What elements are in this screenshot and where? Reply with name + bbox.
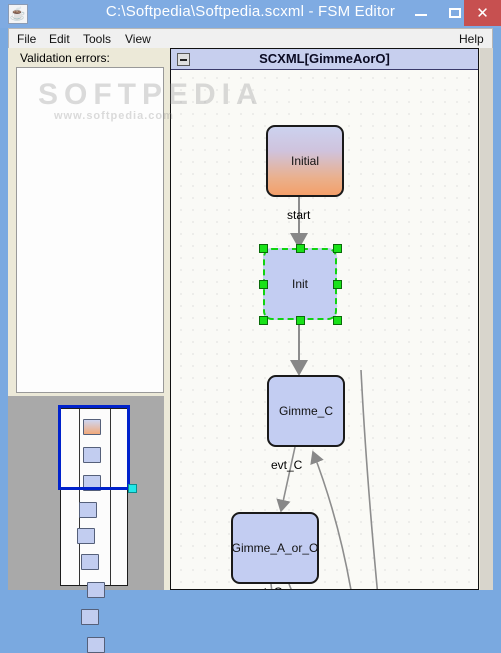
edge-branch-right [288, 583, 292, 589]
resize-handle-nw[interactable] [259, 244, 268, 253]
resize-handle-ne[interactable] [333, 244, 342, 253]
edge-evt-c [276, 446, 296, 513]
mini-node-8 [81, 609, 99, 625]
menu-item-help[interactable]: Help [455, 31, 488, 47]
state-node-gimme-c-label: Gimme_C [278, 404, 333, 418]
menu-item-edit[interactable]: Edit [45, 31, 74, 47]
state-node-gimme-a-or-o[interactable]: Gimme_A_or_O [231, 512, 319, 584]
mini-node-7 [87, 582, 105, 598]
edge-label-evt-c: evt_C [271, 458, 303, 472]
navigator-viewport-rect[interactable] [58, 405, 130, 490]
title-bar: ☕ C:\Softpedia\Softpedia.scxml - FSM Edi… [0, 0, 501, 28]
mini-node-gimme-a-or-o [79, 502, 97, 518]
graph-editor-panel: SCXML[GimmeAorO] Initial Init Gimme_C Gi… [164, 48, 493, 590]
diagram-canvas[interactable]: SCXML[GimmeAorO] Initial Init Gimme_C Gi… [170, 48, 479, 590]
menu-item-view[interactable]: View [121, 31, 155, 47]
resize-handle-n[interactable] [296, 244, 305, 253]
validation-errors-label: Validation errors: [20, 51, 110, 65]
maximize-icon [449, 8, 461, 18]
minimize-icon [415, 14, 427, 16]
menu-item-file[interactable]: File [13, 31, 40, 47]
validation-errors-list[interactable] [16, 67, 164, 393]
resize-handle-se[interactable] [333, 316, 342, 325]
resize-handle-sw[interactable] [259, 316, 268, 325]
mini-node-5 [77, 528, 95, 544]
mini-node-9 [87, 637, 105, 653]
edge-label-evt-o: evt_O [251, 585, 283, 589]
navigator-resize-handle[interactable] [128, 484, 137, 493]
diagram-grid[interactable]: Initial Init Gimme_C Gimme_A_or_O start … [171, 70, 478, 589]
minimize-button[interactable] [406, 0, 436, 26]
state-node-initial[interactable]: Initial [266, 125, 344, 197]
client-area: Validation errors: SCXML[GimmeAorO] Init… [8, 48, 493, 653]
resize-handle-s[interactable] [296, 316, 305, 325]
state-node-init-label: Init [291, 277, 308, 291]
diagram-header: SCXML[GimmeAorO] [171, 49, 478, 70]
resize-handle-e[interactable] [333, 280, 342, 289]
state-node-gimme-c[interactable]: Gimme_C [267, 375, 345, 447]
menu-bar: File Edit Tools View Help [8, 28, 493, 48]
edge-label-start: start [287, 208, 311, 222]
state-node-init[interactable]: Init [263, 248, 337, 320]
left-panel: Validation errors: [8, 48, 164, 653]
fsm-editor-window: ☕ C:\Softpedia\Softpedia.scxml - FSM Edi… [0, 0, 501, 653]
mini-node-6 [81, 554, 99, 570]
menu-item-tools[interactable]: Tools [79, 31, 115, 47]
canvas-vertical-scrollbar[interactable] [480, 48, 493, 590]
close-button[interactable]: ✕ [464, 0, 501, 26]
edge-far-right [360, 369, 379, 589]
resize-handle-w[interactable] [259, 280, 268, 289]
navigator-panel[interactable] [8, 396, 164, 653]
diagram-title: SCXML[GimmeAorO] [259, 51, 390, 66]
state-node-gimme-a-or-o-label: Gimme_A_or_O [231, 541, 319, 555]
state-node-initial-label: Initial [290, 154, 319, 168]
edge-return-gimmec [310, 450, 352, 589]
